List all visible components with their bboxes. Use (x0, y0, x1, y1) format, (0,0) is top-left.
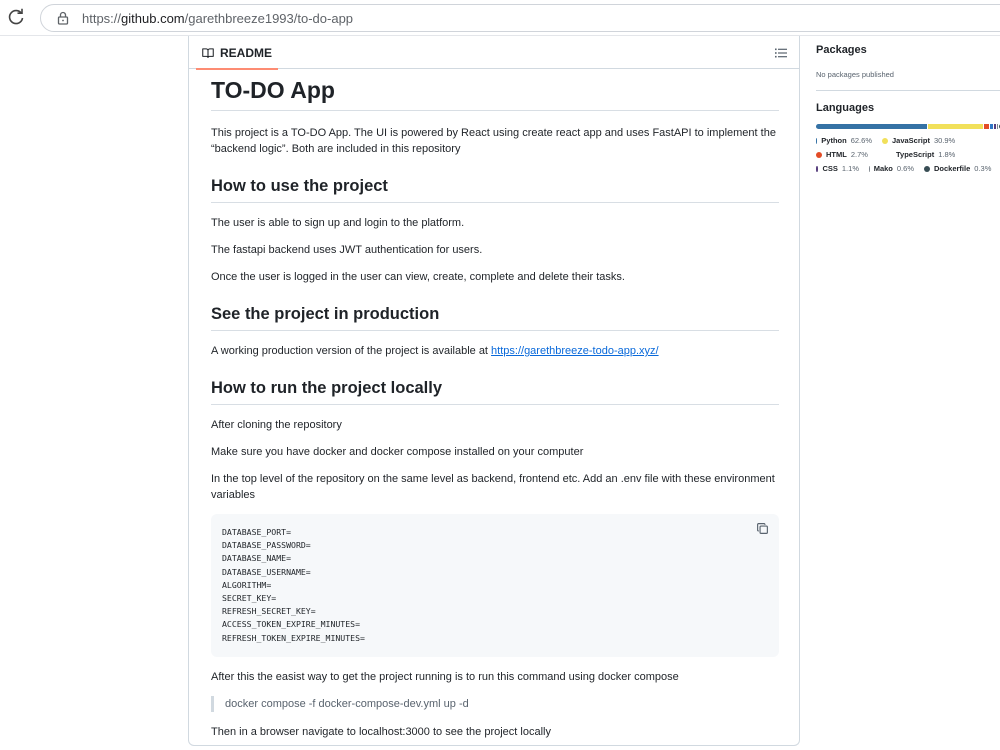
packages-title[interactable]: Packages (816, 44, 1000, 56)
language-name: TypeScript (896, 150, 935, 159)
language-percent: 1.8% (938, 150, 956, 159)
language-name: JavaScript (892, 136, 930, 145)
language-percent: 1.1% (841, 164, 859, 173)
browser-toolbar: https://github.com/garethbreeze1993/to-d… (0, 0, 1000, 36)
readme-title: TO-DO App (211, 76, 779, 111)
language-bar-segment-mako (997, 124, 999, 129)
paragraph: In the top level of the repository on th… (211, 473, 775, 501)
language-color-dot-icon (882, 137, 888, 144)
language-item-css[interactable]: CSS 1.1% (816, 164, 859, 173)
language-item-html[interactable]: HTML 2.7% (816, 150, 882, 159)
book-icon (202, 47, 214, 58)
paragraph: Once the user is logged in the user can … (211, 271, 625, 283)
language-bar-segment-typescript (990, 124, 994, 129)
readme-content: TO-DO App This project is a TO-DO App. T… (211, 72, 779, 745)
language-item-javascript[interactable]: JavaScript 30.9% (882, 136, 976, 145)
heading-production: See the project in production (211, 303, 779, 331)
language-bar-segment-html (984, 124, 990, 129)
language-color-dot-icon (816, 151, 822, 158)
url-text[interactable]: https://github.com/garethbreeze1993/to-d… (82, 11, 353, 26)
intro-paragraph: This project is a TO-DO App. The UI is p… (211, 127, 776, 155)
heading-run-locally: How to run the project locally (211, 377, 779, 405)
url-host: github.com (121, 11, 185, 26)
paragraph: The user is able to sign up and login to… (211, 217, 465, 229)
language-name: Mako (873, 164, 893, 173)
language-color-dot-icon (924, 165, 930, 172)
language-name: CSS (822, 164, 838, 173)
language-bar-segment-python (816, 124, 928, 129)
readme-header: README (189, 36, 799, 70)
language-percent: 0.6% (896, 164, 914, 173)
paragraph: Then in a browser navigate to localhost:… (211, 725, 551, 738)
production-text: A working production version of the proj… (211, 345, 492, 357)
language-percent: 62.6% (850, 136, 872, 145)
outline-list-icon[interactable] (773, 45, 789, 61)
paragraph: The fastapi backend uses JWT authenticat… (211, 244, 483, 256)
languages-section: Languages Python 62.6% JavaScript 30.9% HTML… (816, 91, 1000, 173)
url-scheme: https:// (82, 11, 122, 26)
readme-tab[interactable]: README (196, 36, 279, 70)
packages-section: Packages No packages published (816, 36, 1000, 79)
languages-list: Python 62.6% JavaScript 30.9% HTML 2.7% TypeSc… (816, 136, 1000, 173)
language-item-mako[interactable]: Mako 0.6% (869, 164, 914, 173)
copy-icon[interactable] (756, 522, 769, 535)
readme-tab-label: README (220, 45, 273, 60)
url-path: /garethbreeze1993/to-do-app (184, 11, 354, 26)
repo-sidebar: Packages No packages published Languages… (816, 36, 1000, 173)
address-bar[interactable]: https://github.com/garethbreeze1993/to-d… (40, 4, 1000, 32)
language-item-python[interactable]: Python 62.6% (816, 136, 872, 145)
reload-icon[interactable] (6, 7, 26, 27)
packages-empty-text: No packages published (816, 70, 894, 79)
language-color-dot-icon (869, 165, 870, 172)
language-name: Dockerfile (934, 164, 971, 173)
command-quote: docker compose -f docker-compose-dev.yml… (211, 695, 779, 712)
paragraph: After cloning the repository (211, 419, 342, 431)
language-color-dot-icon (816, 165, 819, 172)
language-percent: 2.7% (850, 150, 868, 159)
env-code-block: DATABASE_PORT= DATABASE_PASSWORD= DATABA… (211, 514, 779, 657)
production-paragraph: A working production version of the proj… (211, 343, 779, 359)
env-code[interactable]: DATABASE_PORT= DATABASE_PASSWORD= DATABA… (222, 526, 768, 645)
paragraph: After this the easist way to get the pro… (211, 670, 679, 683)
language-item-dockerfile[interactable]: Dockerfile 0.3% (924, 164, 992, 173)
language-item-typescript[interactable]: TypeScript 1.8% (892, 150, 956, 159)
site-info-icon[interactable] (55, 10, 71, 26)
production-link[interactable]: https://garethbreeze-todo-app.xyz/ (491, 345, 659, 357)
language-name: HTML (826, 150, 847, 159)
languages-title: Languages (816, 102, 875, 114)
paragraph: Make sure you have docker and docker com… (211, 446, 584, 458)
language-name: Python (821, 136, 847, 145)
language-bar-segment-javascript (928, 124, 984, 129)
language-percent: 30.9% (933, 136, 956, 145)
readme-panel: README TO-DO App This project is a TO-DO… (188, 36, 800, 746)
languages-bar (816, 124, 1000, 129)
language-color-dot-icon (816, 137, 818, 144)
language-percent: 0.3% (974, 164, 992, 173)
heading-how-to-use: How to use the project (211, 175, 779, 203)
language-bar-segment-css (994, 124, 997, 129)
